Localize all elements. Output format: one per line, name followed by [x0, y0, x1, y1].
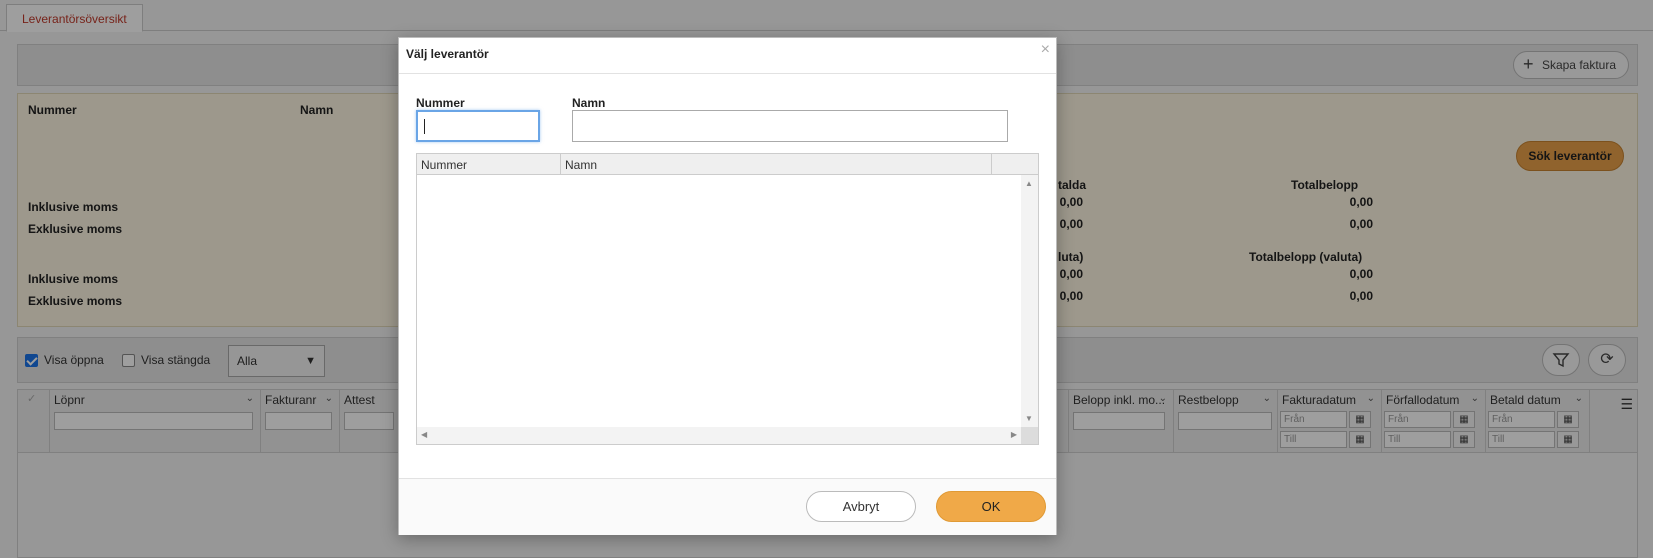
- scroll-right-icon[interactable]: ▶: [1011, 430, 1017, 439]
- cancel-button[interactable]: Avbryt: [806, 491, 916, 522]
- table-header: Nummer Namn: [417, 154, 1038, 175]
- supplier-results-table: Nummer Namn ▲ ▼ ◀ ▶: [416, 153, 1039, 445]
- horizontal-scrollbar[interactable]: ◀ ▶: [417, 427, 1021, 444]
- dialog-footer: Avbryt OK: [399, 478, 1056, 535]
- nummer-input[interactable]: [416, 110, 540, 142]
- header-nummer[interactable]: Nummer: [421, 158, 467, 172]
- vertical-scrollbar[interactable]: ▲ ▼: [1021, 175, 1038, 427]
- scroll-up-icon[interactable]: ▲: [1025, 179, 1033, 188]
- text-caret: [424, 119, 425, 134]
- scroll-left-icon[interactable]: ◀: [421, 430, 427, 439]
- namn-input[interactable]: [572, 110, 1008, 142]
- header-namn[interactable]: Namn: [565, 158, 597, 172]
- column-divider: [991, 154, 992, 175]
- ok-button[interactable]: OK: [936, 491, 1046, 522]
- close-icon[interactable]: ×: [1041, 41, 1050, 59]
- dialog-header: Välj leverantör ×: [399, 38, 1056, 74]
- column-divider: [560, 154, 561, 175]
- namn-label: Namn: [572, 96, 606, 110]
- dialog-title: Välj leverantör: [406, 47, 489, 61]
- nummer-label: Nummer: [416, 96, 465, 110]
- scrollbar-corner: [1021, 427, 1038, 444]
- select-supplier-dialog: Välj leverantör × Nummer Namn Nummer Nam…: [398, 37, 1057, 535]
- scroll-down-icon[interactable]: ▼: [1025, 414, 1033, 423]
